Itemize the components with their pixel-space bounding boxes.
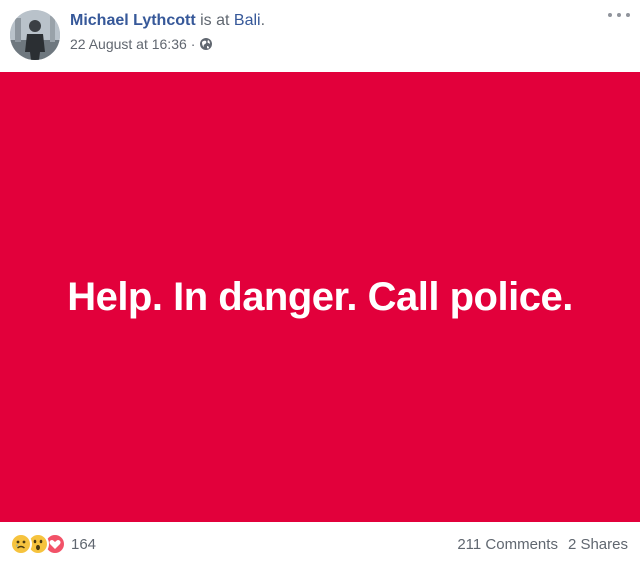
meta-separator: · xyxy=(190,36,196,52)
shares-count-link[interactable]: 2 Shares xyxy=(568,536,628,553)
post-timestamp[interactable]: 22 August at 16:36 xyxy=(70,35,187,53)
avatar-photo-icon xyxy=(10,10,60,60)
status-text: Help. In danger. Call police. xyxy=(67,274,573,319)
reaction-count: 164 xyxy=(71,535,97,553)
dot xyxy=(617,13,621,17)
location-link[interactable]: Bali xyxy=(234,12,261,29)
engagement-stats: 211 Comments 2 Shares xyxy=(457,536,628,553)
author-line: Michael Lythcott is at Bali. xyxy=(70,11,265,31)
dot xyxy=(608,13,612,17)
post-footer: 164 211 Comments 2 Shares xyxy=(0,522,640,566)
author-name-link[interactable]: Michael Lythcott xyxy=(70,12,196,29)
sad-reaction-icon xyxy=(10,533,32,555)
globe-icon[interactable] xyxy=(199,37,213,51)
comments-count-link[interactable]: 211 Comments xyxy=(457,536,558,553)
post-header: Michael Lythcott is at Bali. 22 August a… xyxy=(0,0,640,72)
dot xyxy=(626,13,630,17)
author-connector: is at xyxy=(200,12,230,29)
location-suffix: . xyxy=(260,12,266,29)
status-background[interactable]: Help. In danger. Call police. xyxy=(0,72,640,522)
reactions-summary[interactable]: 164 xyxy=(10,533,96,555)
post-meta: 22 August at 16:36 · xyxy=(70,35,213,53)
post-card: Michael Lythcott is at Bali. 22 August a… xyxy=(0,0,640,566)
more-options-icon[interactable] xyxy=(608,8,630,22)
avatar[interactable] xyxy=(10,10,60,60)
